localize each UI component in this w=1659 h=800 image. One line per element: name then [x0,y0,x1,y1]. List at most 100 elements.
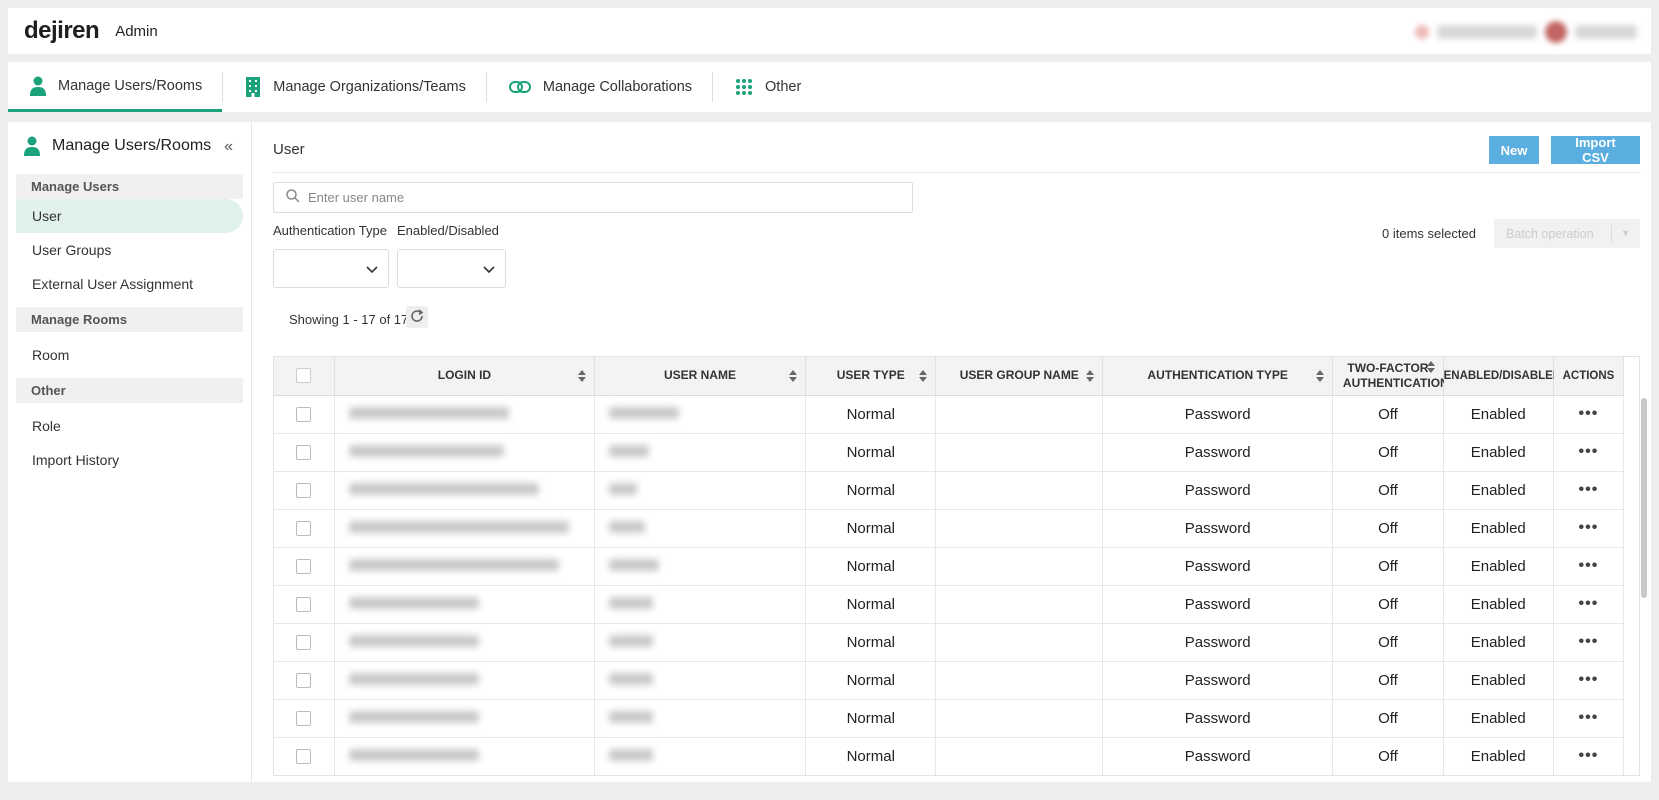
sidebar-item-user-groups[interactable]: User Groups [16,233,243,267]
row-select-cell [274,585,335,624]
column-header-user-name[interactable]: USER NAME [594,357,807,396]
app-header: dejiren Admin [8,8,1651,54]
auth-type-select[interactable] [273,249,389,288]
table-row[interactable]: Normal Password Off Enabled ••• [274,585,1625,624]
sort-icon[interactable] [577,370,586,382]
search-input[interactable] [308,190,888,205]
login-id-redacted [348,711,479,723]
column-header-login-id[interactable]: LOGIN ID [334,357,595,396]
sidebar-item-role[interactable]: Role [16,409,243,443]
users-table: LOGIN ID USER NAME USER TYPE USER GROUP … [273,356,1640,776]
new-button[interactable]: New [1489,136,1539,164]
sort-icon[interactable] [1086,370,1095,382]
table-row[interactable]: Normal Password Off Enabled ••• [274,433,1625,472]
row-checkbox[interactable] [296,483,312,499]
table-scrollbar[interactable] [1639,356,1649,776]
row-checkbox[interactable] [296,559,312,575]
row-checkbox[interactable] [296,407,312,423]
import-csv-button[interactable]: Import CSV [1551,135,1640,165]
select-all-checkbox[interactable] [296,368,312,384]
sidebar-item-room[interactable]: Room [16,338,243,372]
auth-type-cell: Password [1102,623,1334,662]
table-row[interactable]: Normal Password Off Enabled ••• [274,661,1625,700]
auth-type-cell: Password [1102,395,1334,434]
more-actions-icon[interactable]: ••• [1579,557,1599,574]
login-id-cell [334,509,595,548]
table-row[interactable]: Normal Password Off Enabled ••• [274,623,1625,662]
app-logo[interactable]: dejiren [24,17,100,45]
tab-manage-collaborations[interactable]: Manage Collaborations [487,62,712,112]
user-name-redacted [608,407,679,419]
two-factor-cell: Off [1332,737,1444,775]
actions-cell: ••• [1553,699,1625,738]
table-row[interactable]: Normal Password Off Enabled ••• [274,699,1625,738]
more-actions-icon[interactable]: ••• [1579,481,1599,498]
two-factor-cell: Off [1332,509,1444,548]
table-row[interactable]: Normal Password Off Enabled ••• [274,395,1625,434]
sort-icon[interactable] [1426,361,1435,373]
column-header-authentication-type[interactable]: AUTHENTICATION TYPE [1102,357,1334,396]
refresh-button[interactable] [406,306,428,328]
sidebar-item-import-history[interactable]: Import History [16,443,243,477]
items-selected-count: 0 items selected [1382,226,1476,241]
tab-manage-organizations-teams[interactable]: Manage Organizations/Teams [223,62,486,112]
column-label: TWO-FACTOR AUTHENTICATION [1342,360,1449,390]
table-row[interactable]: Normal Password Off Enabled ••• [274,471,1625,510]
login-id-cell [334,623,595,662]
sidebar-item-external-user-assignment[interactable]: External User Assignment [16,267,243,301]
auth-type-cell: Password [1102,547,1334,586]
chevron-down-icon: ▼ [1621,228,1630,238]
status-cell: Enabled [1443,433,1554,472]
enabled-disabled-select[interactable] [397,249,506,288]
column-header-user-type[interactable]: USER TYPE [805,357,937,396]
column-header-user-group-name[interactable]: USER GROUP NAME [935,357,1104,396]
row-checkbox[interactable] [296,635,312,651]
tab-manage-users-rooms[interactable]: Manage Users/Rooms [8,62,223,112]
column-label: ACTIONS [1562,369,1615,382]
sort-icon[interactable] [789,370,797,382]
collapse-sidebar-icon[interactable]: « [224,138,233,156]
avatar[interactable] [1545,21,1567,43]
row-checkbox[interactable] [296,673,312,689]
auth-type-cell: Password [1102,699,1334,738]
more-actions-icon[interactable]: ••• [1579,405,1599,422]
table-row[interactable]: Normal Password Off Enabled ••• [274,547,1625,586]
tab-other[interactable]: Other [713,62,821,112]
scrollbar-thumb[interactable] [1641,398,1647,598]
two-factor-cell: Off [1332,585,1444,624]
user-group-cell [935,509,1104,548]
row-select-cell [274,699,335,738]
login-id-cell [334,471,595,510]
row-checkbox[interactable] [296,521,312,537]
more-actions-icon[interactable]: ••• [1579,671,1599,688]
user-name-redacted [608,521,645,533]
more-actions-icon[interactable]: ••• [1579,595,1599,612]
more-actions-icon[interactable]: ••• [1579,709,1599,726]
two-factor-cell: Off [1332,661,1444,700]
sort-icon[interactable] [919,370,928,382]
app-section-title: Admin [115,22,158,40]
column-header-two-factor[interactable]: TWO-FACTOR AUTHENTICATION [1332,357,1449,396]
row-checkbox[interactable] [296,597,312,613]
sidebar-item-user[interactable]: User [16,199,243,233]
two-factor-cell: Off [1332,433,1444,472]
batch-operation-button[interactable]: Batch operation ▼ [1494,219,1640,248]
person-icon [24,136,40,156]
row-checkbox[interactable] [296,445,312,461]
more-actions-icon[interactable]: ••• [1579,519,1599,536]
row-checkbox[interactable] [296,711,312,727]
more-actions-icon[interactable]: ••• [1579,633,1599,650]
table-row[interactable]: Normal Password Off Enabled ••• [274,737,1625,775]
user-type-cell: Normal [805,585,937,624]
more-actions-icon[interactable]: ••• [1579,443,1599,460]
sort-icon[interactable] [1316,370,1325,382]
sidebar-section-manage-users: Manage Users [16,174,243,199]
actions-cell: ••• [1553,509,1625,548]
user-account-area[interactable] [1415,21,1637,43]
column-header-enabled-disabled[interactable]: ENABLED/DISABLED [1443,357,1561,396]
user-name-redacted [608,635,653,647]
row-checkbox[interactable] [296,749,312,765]
table-row[interactable]: Normal Password Off Enabled ••• [274,509,1625,548]
actions-cell: ••• [1553,737,1625,775]
more-actions-icon[interactable]: ••• [1579,747,1599,764]
